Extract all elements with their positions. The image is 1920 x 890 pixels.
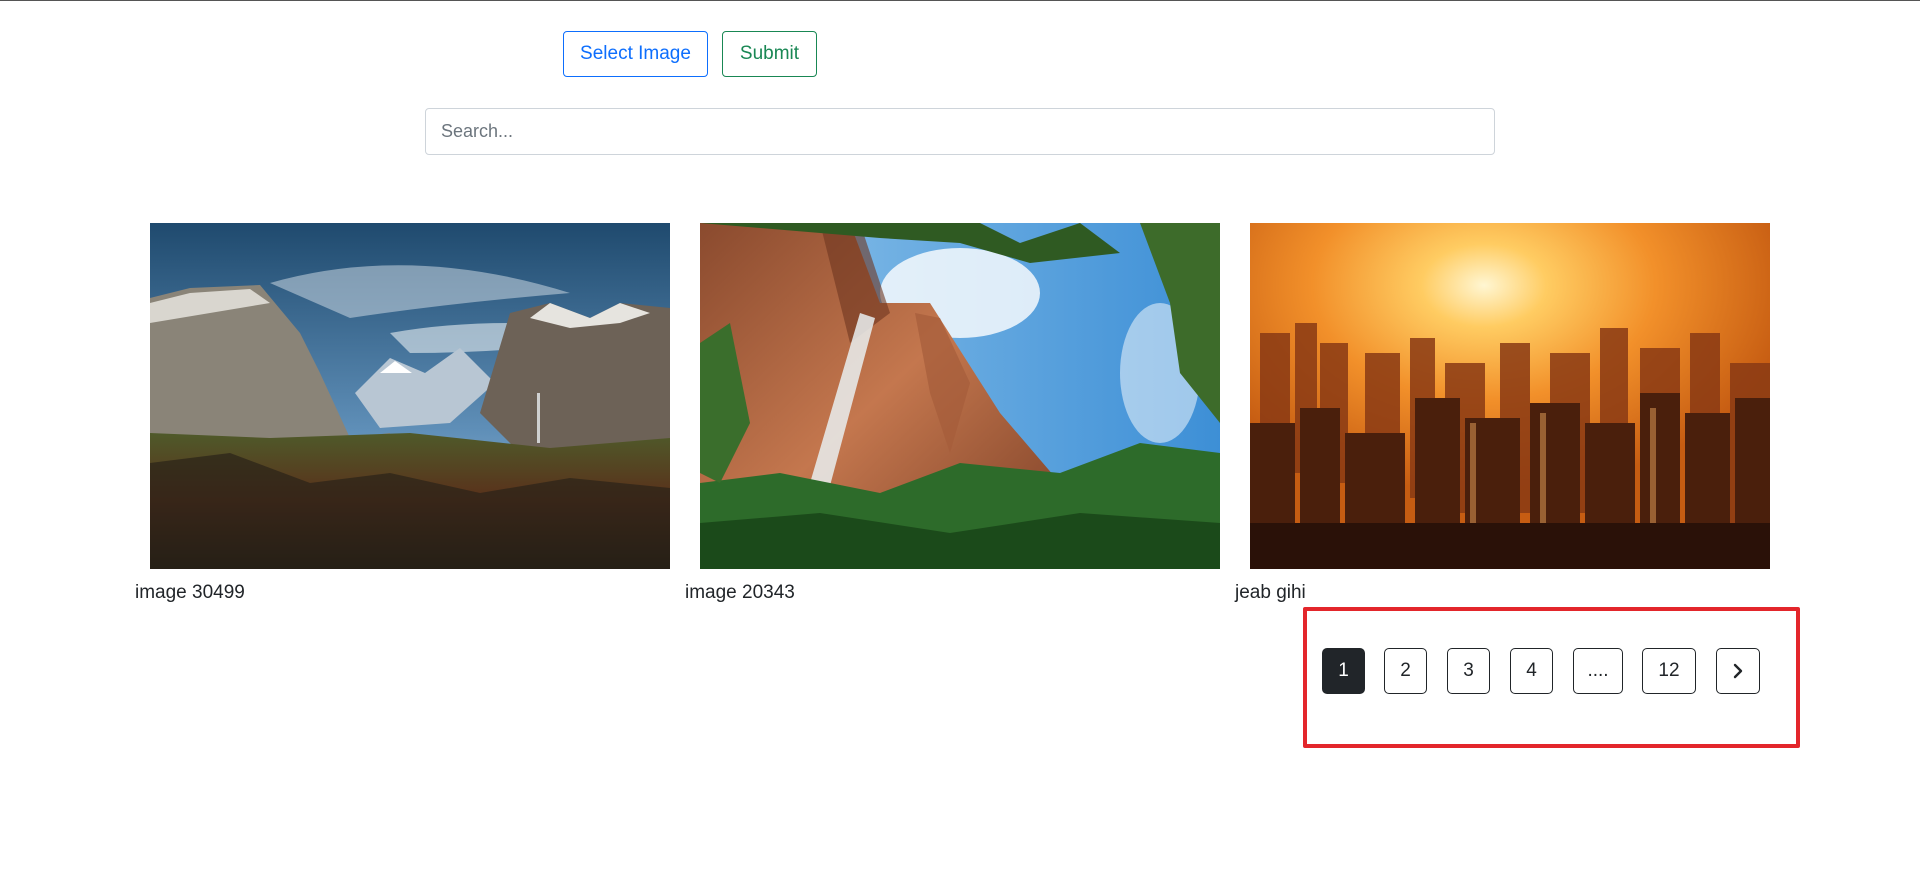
page-button-3[interactable]: 3: [1447, 648, 1490, 694]
next-page-button[interactable]: [1716, 648, 1760, 694]
search-input[interactable]: [425, 108, 1495, 155]
page-button-ellipsis[interactable]: ....: [1573, 648, 1623, 694]
gallery-caption: jeab gihi: [1235, 582, 1306, 603]
gallery-image-city-sunset[interactable]: [1250, 223, 1770, 569]
gallery-caption: image 30499: [135, 582, 245, 603]
submit-button[interactable]: Submit: [722, 31, 817, 77]
select-image-button[interactable]: Select Image: [563, 31, 708, 77]
page-button-12[interactable]: 12: [1642, 648, 1696, 694]
gallery-image-cliff-waterfall[interactable]: [700, 223, 1220, 569]
chevron-right-icon: [1733, 663, 1743, 679]
page-button-4[interactable]: 4: [1510, 648, 1553, 694]
page-button-1[interactable]: 1: [1322, 648, 1365, 694]
gallery-image-mountain-valley[interactable]: [150, 223, 670, 569]
top-divider: [0, 0, 1920, 1]
page-button-2[interactable]: 2: [1384, 648, 1427, 694]
gallery-caption: image 20343: [685, 582, 795, 603]
